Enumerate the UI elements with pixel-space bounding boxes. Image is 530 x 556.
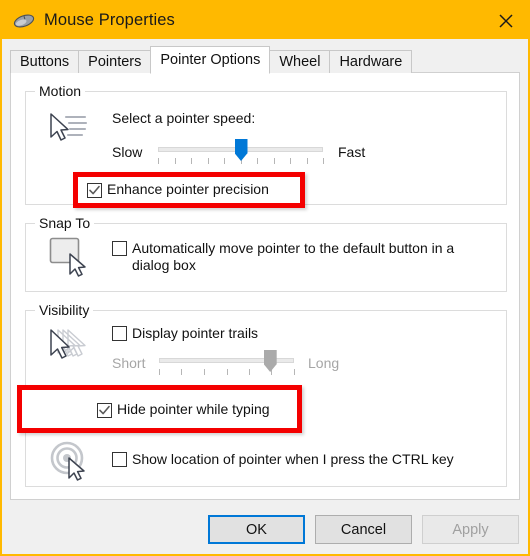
tab-pointer-options[interactable]: Pointer Options [150, 46, 271, 74]
auto-move-pointer-label: Automatically move pointer to the defaul… [132, 240, 455, 273]
snap-to-default-button-icon [48, 236, 92, 283]
tab-pointers[interactable]: Pointers [78, 50, 152, 73]
tab-hardware[interactable]: Hardware [329, 50, 413, 73]
show-pointer-location-icon [48, 439, 94, 488]
enhance-precision-row[interactable]: Enhance pointer precision [87, 181, 269, 198]
apply-button[interactable]: Apply [422, 515, 519, 544]
tab-buttons[interactable]: Buttons [10, 50, 80, 73]
tab-wheel[interactable]: Wheel [269, 50, 331, 73]
display-pointer-trails-label: Display pointer trails [132, 325, 259, 341]
show-location-ctrl-row[interactable]: Show location of pointer when I press th… [112, 451, 454, 468]
hide-pointer-typing-row[interactable]: Hide pointer while typing [97, 401, 270, 418]
auto-move-pointer-checkbox[interactable] [112, 241, 127, 256]
auto-move-pointer-row[interactable]: Automatically move pointer to the defaul… [112, 240, 482, 274]
speed-slider-thumb[interactable] [234, 139, 248, 161]
pointer-speed-icon [44, 110, 90, 155]
show-location-ctrl-label: Show location of pointer when I press th… [132, 451, 454, 467]
snap-to-group-label: Snap To [35, 215, 95, 231]
display-pointer-trails-row[interactable]: Display pointer trails [112, 325, 258, 342]
ok-button[interactable]: OK [208, 515, 305, 544]
pointer-speed-slider[interactable] [158, 139, 324, 166]
pointer-speed-prompt: Select a pointer speed: [112, 110, 256, 126]
mouse-properties-dialog: Mouse Properties Buttons Pointers Pointe… [0, 0, 530, 556]
motion-group-label: Motion [35, 83, 86, 99]
pointer-trails-slider[interactable] [159, 350, 295, 377]
hide-pointer-typing-checkbox[interactable] [97, 402, 112, 418]
pointer-trails-icon [44, 325, 92, 372]
snap-to-group: Snap To Automatically move pointer to th… [25, 215, 507, 292]
window-title: Mouse Properties [44, 11, 175, 29]
speed-slider-min-label: Slow [112, 144, 143, 160]
trails-slider-thumb[interactable] [263, 350, 277, 372]
cancel-button[interactable]: Cancel [315, 515, 412, 544]
title-bar: Mouse Properties [2, 2, 528, 39]
pointer-options-panel: Motion Select a pointer speed: Slow Fast… [10, 72, 520, 500]
visibility-group-label: Visibility [35, 302, 94, 318]
tab-strip: Buttons Pointers Pointer Options Wheel H… [10, 46, 413, 74]
close-icon[interactable] [483, 2, 528, 39]
speed-slider-max-label: Fast [338, 144, 366, 160]
mouse-icon [13, 12, 35, 30]
trails-slider-min-label: Short [112, 355, 146, 371]
hide-pointer-typing-label: Hide pointer while typing [117, 401, 270, 417]
show-location-ctrl-checkbox[interactable] [112, 452, 127, 467]
enhance-precision-label: Enhance pointer precision [107, 181, 269, 197]
trails-slider-max-label: Long [308, 355, 340, 371]
display-pointer-trails-checkbox[interactable] [112, 326, 127, 341]
enhance-precision-checkbox[interactable] [87, 182, 102, 198]
